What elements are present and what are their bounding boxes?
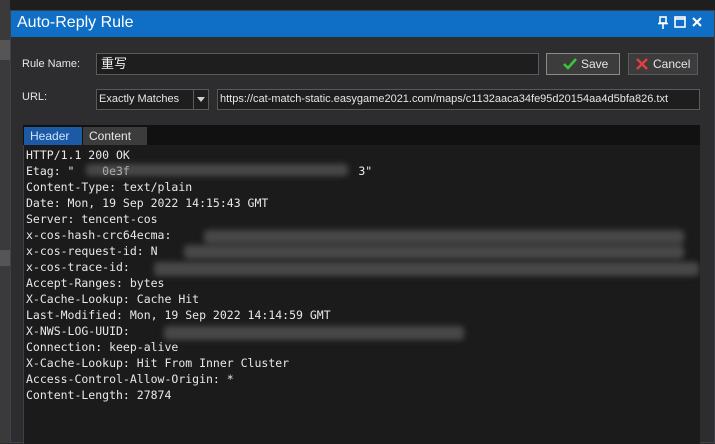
header-line: X-Cache-Lookup: Cache Hit bbox=[26, 292, 200, 306]
rule-name-label: Rule Name: bbox=[22, 58, 81, 70]
url-input[interactable]: https://cat-match-static.easygame2021.co… bbox=[217, 89, 700, 110]
save-button[interactable]: Save bbox=[546, 53, 620, 75]
header-line: HTTP/1.1 200 OK bbox=[26, 148, 130, 162]
redaction-blur bbox=[154, 262, 699, 276]
background-block bbox=[0, 250, 10, 266]
redaction-blur bbox=[184, 245, 684, 259]
header-line: Server: tencent-cos bbox=[26, 212, 158, 226]
tab-content[interactable]: Content bbox=[83, 127, 147, 145]
chevron-down-icon[interactable] bbox=[193, 90, 208, 109]
header-line: Date: Mon, 19 Sep 2022 14:15:43 GMT bbox=[26, 196, 269, 210]
title-bar[interactable]: Auto-Reply Rule bbox=[11, 11, 714, 37]
match-mode-value: Exactly Matches bbox=[99, 93, 180, 105]
cancel-button[interactable]: Cancel bbox=[628, 53, 698, 75]
background-block bbox=[0, 40, 10, 60]
redaction-blur bbox=[204, 230, 684, 244]
cancel-button-label: Cancel bbox=[653, 57, 691, 71]
header-line: Content-Type: text/plain bbox=[26, 180, 193, 194]
auto-reply-rule-dialog: Auto-Reply Rule Rule Name: 重写 Save Cance… bbox=[10, 10, 715, 444]
save-button-label: Save bbox=[581, 57, 609, 71]
header-line: Last-Modified: Mon, 19 Sep 2022 14:14:59… bbox=[26, 308, 331, 322]
header-line: Accept-Ranges: bytes bbox=[26, 276, 165, 290]
header-editor[interactable]: HTTP/1.1 200 OK Etag: " 0e3f 3" Content-… bbox=[23, 145, 700, 444]
x-icon bbox=[636, 58, 648, 70]
window-title: Auto-Reply Rule bbox=[17, 14, 134, 31]
redaction-blur bbox=[86, 164, 348, 176]
header-line: Content-Length: 27874 bbox=[26, 388, 172, 402]
maximize-icon[interactable] bbox=[673, 16, 687, 30]
background-app-strip bbox=[0, 0, 10, 443]
header-line: X-Cache-Lookup: Hit From Inner Cluster bbox=[26, 356, 290, 370]
tab-header[interactable]: Header bbox=[24, 127, 82, 145]
pin-icon[interactable] bbox=[656, 16, 670, 30]
match-mode-select[interactable]: Exactly Matches bbox=[96, 89, 209, 110]
header-line: Access-Control-Allow-Origin: * bbox=[26, 372, 234, 386]
tab-strip: Header Content bbox=[23, 125, 700, 145]
background-app-top bbox=[0, 0, 715, 10]
header-line: Connection: keep-alive bbox=[26, 340, 179, 354]
redaction-blur bbox=[164, 326, 464, 340]
url-label: URL: bbox=[22, 91, 48, 103]
check-icon bbox=[563, 58, 577, 70]
rule-name-input[interactable]: 重写 bbox=[96, 53, 539, 75]
close-icon[interactable] bbox=[690, 16, 704, 30]
